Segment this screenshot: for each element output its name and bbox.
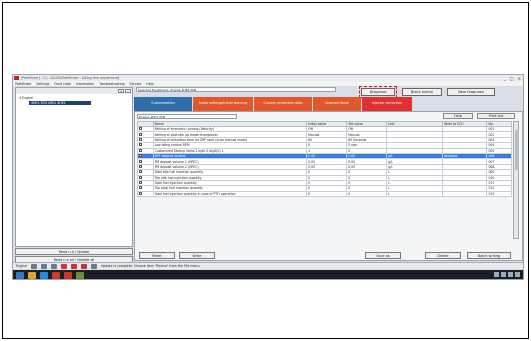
- checkbox[interactable]: [139, 149, 142, 152]
- tree-root-label: 4 Engine: [19, 96, 33, 100]
- tab-injector-correction[interactable]: Injector correction: [362, 97, 412, 111]
- row-write-to-ecu: [441, 190, 488, 198]
- selected-equipment-path: Selected Equipment: Engine 4HK1-TCN: [136, 87, 336, 92]
- toolbar-icon-3[interactable]: [50, 263, 57, 269]
- panel-footer: Reset Write Save as Delete Batch writing: [135, 251, 522, 261]
- minimize-button[interactable]: _: [504, 76, 506, 81]
- vehicle-tree-panel: + - 4 Engine 4HK1-TCN 4HK1 4HE1: [15, 87, 133, 247]
- row-number: 013: [486, 190, 512, 198]
- checkbox[interactable]: [139, 143, 142, 147]
- save-as-button[interactable]: Save as: [365, 252, 401, 259]
- collapse-button[interactable]: -: [125, 89, 131, 93]
- window-controls: _ □ ×: [504, 76, 521, 81]
- tree-node-selected[interactable]: 4HK1-TCN 4HK1 4HE1: [29, 101, 91, 105]
- row-initial-value: 0: [306, 190, 348, 198]
- app-logo-icon: [14, 76, 19, 80]
- window-title: [Pathfinder] - C:\...\ISUZU\Pathfinder -…: [21, 76, 120, 80]
- tray-icon-2[interactable]: [501, 272, 506, 277]
- app-taskbar-icon[interactable]: [52, 272, 60, 279]
- checkbox[interactable]: [139, 127, 142, 131]
- checkbox[interactable]: [139, 170, 142, 174]
- checkbox[interactable]: [139, 192, 142, 195]
- application-window: [Pathfinder] - C:\...\ISUZU\Pathfinder -…: [12, 74, 524, 280]
- print-list-button[interactable]: Print List: [477, 113, 515, 119]
- help-button[interactable]: Help: [443, 113, 473, 119]
- new-diagnose-button[interactable]: New Diagnose: [447, 88, 495, 96]
- system-tray: [494, 272, 520, 277]
- toolbar-icon-2[interactable]: [40, 263, 47, 269]
- write-button[interactable]: Write: [179, 252, 215, 259]
- status-message: Update is complete. Choose item "Revise"…: [100, 264, 201, 268]
- panel-header: Engine 4HK1-TCN Help Print List: [135, 112, 522, 120]
- equipment-dropdown[interactable]: Engine 4HK1-TCN: [137, 113, 237, 119]
- start-icon[interactable]: [16, 272, 24, 279]
- toolbar-icon-5[interactable]: [70, 263, 77, 269]
- menu-troubleshooting[interactable]: Troubleshooting: [99, 82, 124, 86]
- tray-icon-1[interactable]: [494, 272, 499, 277]
- tab-customization[interactable]: Customization: [134, 97, 192, 111]
- checkbox[interactable]: [139, 186, 142, 190]
- tree-node-engine[interactable]: 4 Engine: [19, 96, 129, 100]
- toolbar-icon-6[interactable]: [80, 263, 87, 269]
- toolbar-icon-7[interactable]: [90, 263, 97, 269]
- checkbox[interactable]: [139, 176, 142, 179]
- table-scrollbar[interactable]: [513, 121, 519, 239]
- windows-taskbar: [13, 270, 523, 279]
- function-tabs: Customization Initial settings/Initial l…: [134, 97, 412, 111]
- expand-button[interactable]: +: [118, 89, 124, 93]
- toolbar-icon-1[interactable]: [30, 263, 37, 269]
- tab-custom-protection[interactable]: Custom protection data: [254, 97, 312, 111]
- row-unit: L: [386, 190, 443, 198]
- explorer-icon[interactable]: [28, 272, 36, 279]
- close-button[interactable]: ×: [518, 76, 521, 81]
- menu-information[interactable]: Information: [76, 82, 94, 86]
- status-engine-label: Engine: [16, 264, 27, 268]
- parameter-table: Name Initial value Set value Unit Write …: [137, 121, 512, 198]
- toolbar-icon-4[interactable]: [60, 263, 67, 269]
- batch-writing-button[interactable]: Batch writing: [467, 252, 511, 259]
- scrollbar-thumb[interactable]: [515, 130, 519, 170]
- customization-panel: Engine 4HK1-TCN Help Print List Name Ini…: [134, 111, 523, 261]
- tray-icon-3[interactable]: [508, 272, 513, 277]
- tab-learned-value[interactable]: Learned Value: [313, 97, 361, 111]
- read-update-button[interactable]: Read n.a / Update: [15, 248, 133, 255]
- menu-bar: Pathfinder Settings Fault code Informati…: [13, 81, 523, 86]
- tray-icon-4[interactable]: [515, 272, 520, 277]
- checkbox[interactable]: [139, 181, 142, 185]
- reset-button[interactable]: Reset: [139, 252, 175, 259]
- delete-button[interactable]: Delete: [425, 252, 461, 259]
- maximize-button[interactable]: □: [510, 76, 514, 81]
- vehicle-tree: 4 Engine 4HK1-TCN 4HK1 4HE1: [16, 94, 132, 107]
- menu-help[interactable]: Help: [146, 82, 153, 86]
- checkbox[interactable]: [139, 132, 142, 136]
- pathfinder-taskbar-icon[interactable]: [64, 272, 72, 279]
- table-row[interactable]: Total fuel injection quantity in case of…: [137, 190, 512, 198]
- menu-settings[interactable]: Settings: [36, 82, 49, 86]
- main-area: Selected Equipment: Engine 4HK1-TCN Diag…: [134, 86, 523, 261]
- row-name: Total fuel injection quantity in case of…: [152, 190, 308, 198]
- row-set-value[interactable]: 0: [346, 190, 388, 198]
- menu-fault-code[interactable]: Fault code: [54, 82, 70, 86]
- tool-taskbar-icon[interactable]: [76, 272, 84, 279]
- tab-initial-settings[interactable]: Initial settings/Initial learning: [193, 97, 253, 111]
- row-checkbox[interactable]: [137, 190, 154, 198]
- checkbox[interactable]: [139, 138, 142, 141]
- browser-icon[interactable]: [40, 272, 48, 279]
- menu-pathfinder[interactable]: Pathfinder: [15, 82, 31, 86]
- black-memo-button[interactable]: Black memo: [402, 88, 442, 96]
- left-panel-actions: Read n.a / Update Read n.a all / Update …: [15, 247, 133, 263]
- checkbox[interactable]: [139, 154, 142, 158]
- menu-service[interactable]: Service: [130, 82, 142, 86]
- checkbox[interactable]: [139, 159, 142, 163]
- checkbox[interactable]: [139, 165, 142, 168]
- status-bar: Engine Update is complete. Choose item "…: [13, 262, 523, 269]
